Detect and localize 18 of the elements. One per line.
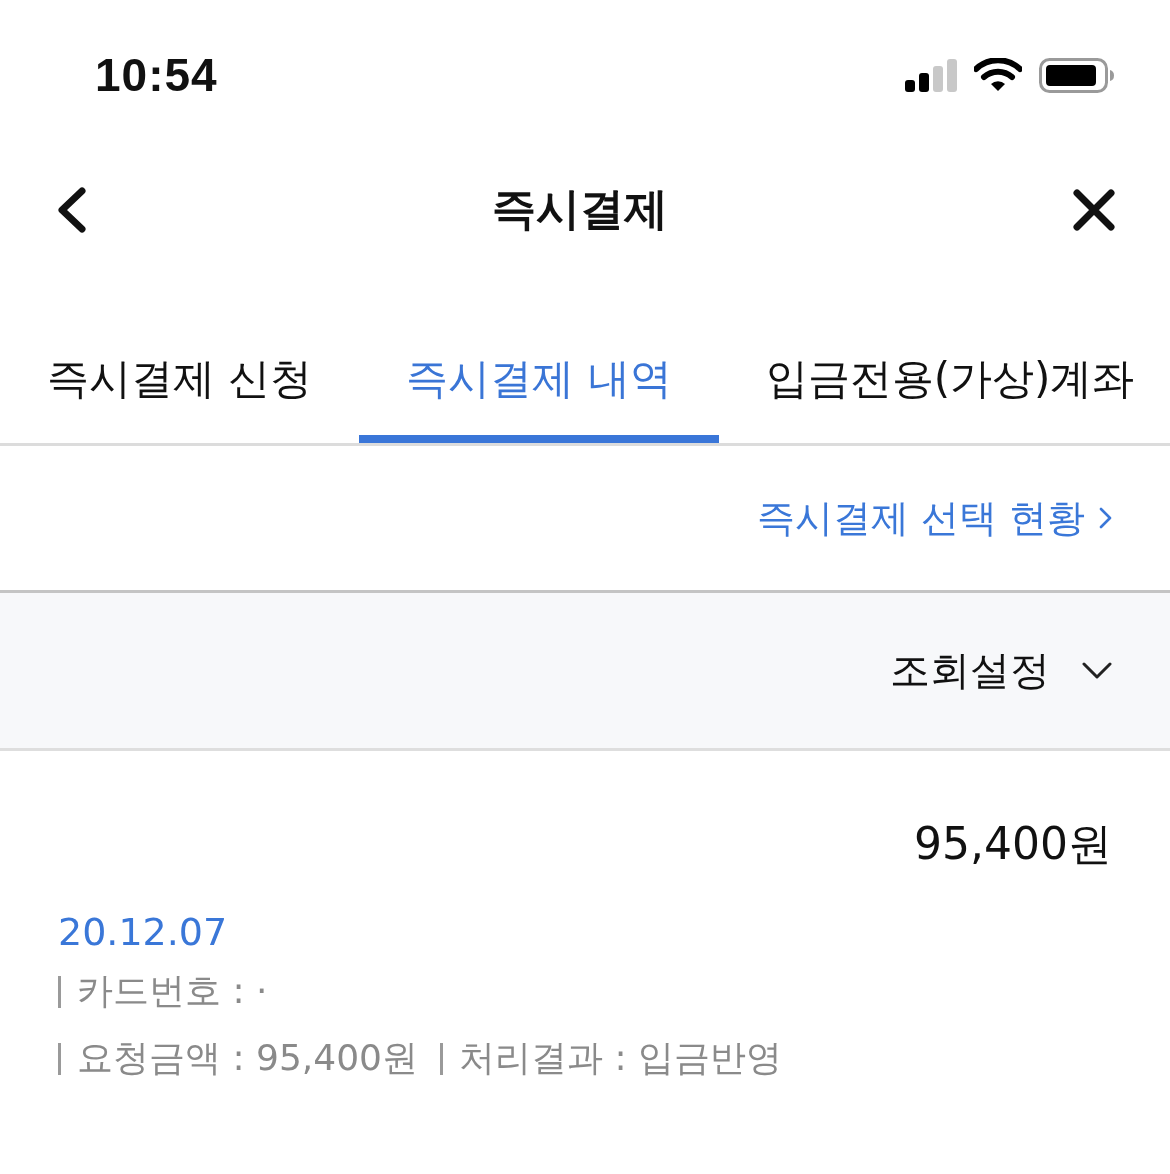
status-link[interactable]: 즉시결제 선택 현황 [756,492,1112,544]
detail-text: 처리결과 : 입금반영 [459,1036,782,1080]
amount-text: 95,400원 [914,816,1112,871]
tab[interactable]: 즉시결제 신청 [0,293,360,443]
page-title: 즉시결제 [492,182,668,236]
date-text: 20.12.07 [58,909,228,956]
detail-text: 카드번호 : · [77,969,268,1013]
chevron-right-icon [1099,506,1112,530]
close-icon [1072,187,1116,232]
chevron-left-icon [56,186,88,233]
detail-text: 요청금액 : 95,400원 [77,1036,418,1080]
battery-icon [1039,57,1115,93]
tab[interactable]: 즉시결제 내역 [359,293,719,443]
tab[interactable]: 입금전용(가상)계좌 [718,293,1170,443]
filter-dropdown[interactable]: 조회설정 [890,643,1112,698]
status-time: 10:54 [95,48,218,102]
signal-icon [905,58,957,92]
wifi-icon [974,58,1022,92]
